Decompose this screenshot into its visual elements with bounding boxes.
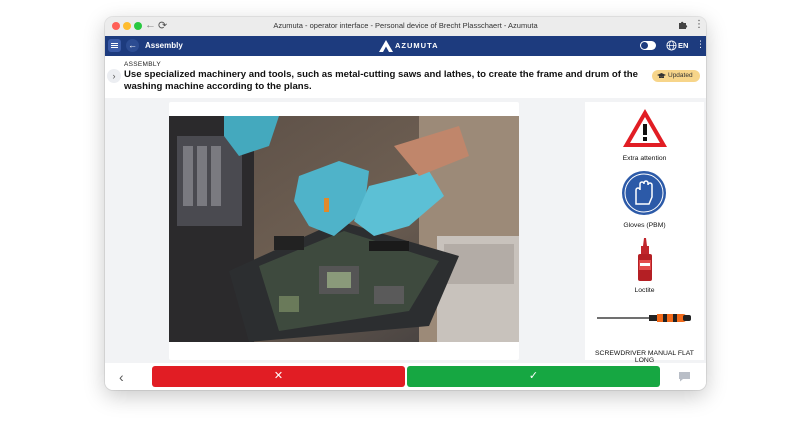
assembly-photo[interactable] xyxy=(169,116,519,342)
resources-panel: Extra attention Gloves (PBM) Loctite SCR… xyxy=(585,102,704,364)
expand-steps-button[interactable]: › xyxy=(107,69,121,83)
app-bar: ← Assembly AZUMUTA EN ⋮ xyxy=(105,36,706,56)
close-icon: ✕ xyxy=(273,370,284,382)
mode-toggle[interactable] xyxy=(640,41,656,50)
reject-button[interactable]: ✕ xyxy=(152,366,405,387)
extensions-icon[interactable] xyxy=(678,20,688,30)
step-category: ASSEMBLY xyxy=(124,61,161,68)
page-title: Assembly xyxy=(145,41,183,50)
step-header: › ASSEMBLY Use specialized machinery and… xyxy=(105,56,706,98)
comment-icon[interactable] xyxy=(678,371,691,382)
menu-icon[interactable] xyxy=(108,39,121,52)
status-badge-label: Updated xyxy=(668,72,693,79)
loctite-bottle-icon[interactable] xyxy=(637,238,653,282)
browser-titlebar: ← ⟳ Azumuta - operator interface - Perso… xyxy=(105,17,706,37)
azumuta-logo-icon xyxy=(379,40,393,52)
previous-step-button[interactable]: ‹ xyxy=(119,369,124,385)
graduation-cap-icon xyxy=(657,73,666,78)
globe-icon[interactable] xyxy=(666,40,677,51)
gloves-icon[interactable] xyxy=(621,170,667,216)
back-icon[interactable]: ← xyxy=(126,39,139,52)
action-bar: ‹ ✕ ✓ xyxy=(105,363,706,390)
resource-label-loctite: Loctite xyxy=(634,287,655,294)
check-icon: ✓ xyxy=(528,370,539,382)
resource-label-extra-attention: Extra attention xyxy=(622,155,667,162)
brand-name: AZUMUTA xyxy=(395,41,439,50)
instruction-media-card xyxy=(169,102,519,360)
browser-menu-icon[interactable]: ⋮ xyxy=(694,19,704,30)
status-badge: Updated xyxy=(652,70,700,82)
resource-label-gloves: Gloves (PBM) xyxy=(623,222,666,229)
window-title: Azumuta - operator interface - Personal … xyxy=(273,21,538,30)
screwdriver-icon[interactable] xyxy=(597,311,693,325)
browser-window: ← ⟳ Azumuta - operator interface - Perso… xyxy=(105,17,706,390)
warning-icon[interactable] xyxy=(621,107,669,149)
resource-label-screwdriver: SCREWDRIVER MANUAL FLAT LONG xyxy=(595,350,694,364)
accept-button[interactable]: ✓ xyxy=(407,366,660,387)
content-area: Extra attention Gloves (PBM) Loctite SCR… xyxy=(105,98,706,364)
step-description: Use specialized machinery and tools, suc… xyxy=(124,69,638,92)
more-options-icon[interactable]: ⋮ xyxy=(696,39,705,50)
language-selector[interactable]: EN xyxy=(678,41,688,50)
